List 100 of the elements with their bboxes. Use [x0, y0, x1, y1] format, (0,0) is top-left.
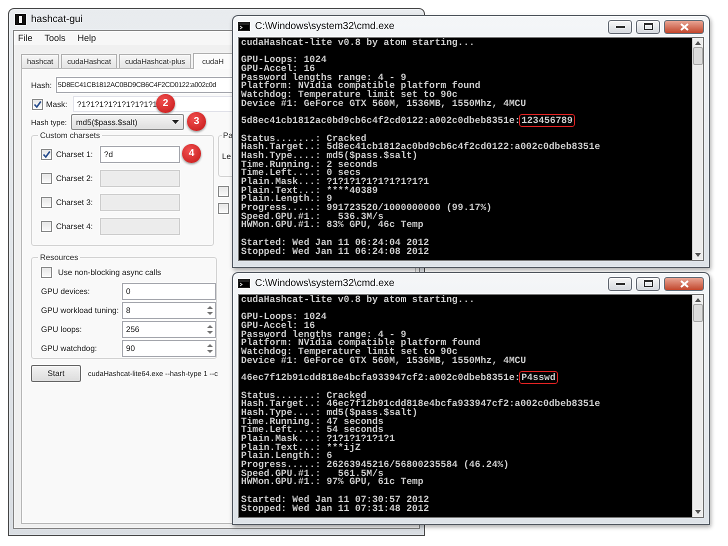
field-label: Charset 3:: [56, 198, 94, 207]
console-line: 5d8ec41cb1812ac0bd9cb6c4f2cd0122:a002c0dbeb8351e:: [241, 115, 520, 126]
console-line: Platform: NVidia compatible platform found: [241, 339, 482, 348]
minimize-icon: [616, 25, 624, 28]
console-line: cudaHashcat-lite v0.8 by atom starting...: [241, 39, 476, 48]
checkbox[interactable]: [41, 149, 52, 160]
console-line: Time.Running.: 47 seconds: [241, 418, 384, 426]
caret-icon: [172, 120, 179, 124]
checkbox-label: Use non-blocking async calls: [58, 268, 162, 277]
callout-badge: 3: [187, 112, 206, 131]
gpu-field[interactable]: 0: [122, 283, 216, 300]
field-label: GPU devices:: [41, 287, 91, 296]
field-label: Hash:: [31, 80, 52, 90]
menu-item[interactable]: File: [18, 33, 33, 43]
menu-item[interactable]: Tools: [44, 33, 66, 43]
close-icon: [680, 280, 688, 288]
checkbox[interactable]: [32, 98, 43, 110]
callout-badge: 4: [182, 144, 201, 163]
console-line: Plain.Text...: ****40389: [241, 186, 379, 196]
field-label: Charset 4:: [56, 222, 94, 231]
scroll-up-icon[interactable]: [695, 298, 701, 302]
callout-badge: 2: [156, 94, 175, 113]
maximize-button[interactable]: [636, 276, 660, 290]
minimize-icon: [616, 282, 624, 285]
password-highlight: 123456789: [519, 114, 575, 128]
console-line: Watchdog: Temperature limit set to 90c: [241, 348, 458, 357]
app-icon: [15, 14, 26, 25]
scroll-down-icon[interactable]: [695, 510, 701, 514]
group-title: Resources: [39, 253, 80, 262]
checkbox[interactable]: [218, 203, 229, 214]
field-label: GPU workload tuning:: [41, 306, 120, 315]
console-line: Plain.Mask...: ?1?1?1?1?1?1?1?1?1: [241, 178, 430, 187]
console-line: HWMon.GPU.#1.: 97% GPU, 61c Temp: [241, 478, 424, 488]
field-label: Mask:: [46, 100, 68, 108]
console-line: Device #1: GeForce GTX 560M, 1536MB, 1550Mhz, 4MCU: [241, 100, 528, 108]
scrollbar[interactable]: [692, 295, 703, 518]
checkbox[interactable]: [41, 267, 52, 278]
password-highlight: P4sswd: [519, 371, 558, 384]
console-line: 46ec7f12b91cdd818e4bcfa933947cf2:a002c0dbeb8351e:: [241, 372, 520, 384]
console-line: Hash.Type....: md5($pass.$salt): [241, 152, 419, 161]
scroll-thumb[interactable]: [693, 47, 703, 65]
console-line: Stopped: Wed Jan 11 06:24:08 2012: [241, 248, 430, 256]
console-line: Time.Running.: 2 seconds: [241, 160, 378, 170]
checkbox[interactable]: [218, 186, 229, 197]
close-button[interactable]: [664, 20, 704, 34]
console-line: Plain.Mask...: ?1?1?1?1?1?1: [241, 435, 396, 444]
console-line: Password lengths range: 4 - 9: [241, 74, 406, 82]
minimize-button[interactable]: [608, 276, 632, 290]
console-line: Hash.Target..: 5d8ec41cb1812ac0bd9cb6c4f2cd0122:a002c0dbeb8351e: [241, 143, 602, 152]
console-line: Speed.GPU.#1.: 561.5M/s: [241, 470, 384, 478]
group-title: Custom charsets: [39, 131, 102, 140]
scroll-up-icon[interactable]: [695, 41, 701, 45]
console-line: GPU-Loops: 1024: [241, 313, 328, 322]
window-title: C:\Windows\system32\cmd.exe: [255, 21, 396, 32]
console-line: Status.......: Cracked: [241, 134, 366, 144]
field-label: GPU watchdog:: [41, 344, 98, 353]
console-line: Progress.....: 991723520/1000000000 (99.17%): [241, 204, 493, 213]
console-line: Started: Wed Jan 11 06:24:04 2012: [241, 238, 430, 248]
console-line: cudaHashcat-lite v0.8 by atom starting...: [241, 296, 476, 305]
maximize-icon: [644, 280, 652, 287]
console-icon: [238, 279, 250, 288]
console-line: Watchdog: Temperature limit set to 90c: [241, 91, 458, 100]
console-line: Plain.Length.: 9: [241, 195, 332, 204]
console-line: Status.......: Cracked: [241, 392, 366, 400]
console-line: GPU-Accel: 16: [241, 65, 316, 74]
charset-field[interactable]: ?d: [100, 146, 180, 163]
console-line: GPU-Accel: 16: [241, 322, 316, 331]
console-line: Started: Wed Jan 11 07:30:57 2012: [241, 496, 430, 504]
field-label: Charset 2:: [56, 174, 94, 183]
hash-type-dropdown[interactable]: md5($pass.$salt): [71, 114, 184, 130]
console-line: Time.Left....: 0 secs: [241, 169, 361, 178]
console-line: HWMon.GPU.#1.: 83% GPU, 46c Temp: [241, 221, 424, 230]
console-line: Plain.Length.: 6: [241, 452, 332, 462]
console-line: Password lengths range: 4 - 9: [241, 330, 406, 340]
close-icon: [680, 22, 688, 30]
window-title: hashcat-gui: [31, 14, 83, 25]
console-icon: [238, 22, 250, 31]
console-line: Time.Left....: 54 seconds: [241, 426, 384, 435]
console-line: Progress.....: 26263945216/56800235584 (46.24%): [241, 461, 510, 470]
start-button[interactable]: Start: [31, 365, 81, 382]
console-line: Hash.Target..: 46ec7f12b91cdd818e4bcfa933947cf2:a002c0dbeb8351e: [241, 400, 602, 409]
console-line: Plain.Text...: ***ijZ: [241, 444, 362, 452]
field-label: Charset 1:: [56, 150, 94, 159]
close-button[interactable]: [664, 276, 704, 290]
console-line: Hash.Type....: md5($pass.$salt): [241, 408, 419, 418]
maximize-icon: [644, 23, 652, 30]
group-title: Pa: [222, 131, 234, 140]
scrollbar[interactable]: [692, 38, 703, 260]
console-line: GPU-Loops: 1024: [241, 56, 328, 66]
console-line: Device #1: GeForce GTX 560M, 1536MB, 1550Mhz, 4MCU: [241, 356, 528, 366]
scroll-thumb[interactable]: [693, 304, 703, 322]
console-line: Stopped: Wed Jan 11 07:31:48 2012: [241, 504, 430, 514]
console-line: Platform: NVidia compatible platform found: [241, 82, 482, 92]
console-line: Speed.GPU.#1.: 536.3M/s: [241, 212, 384, 222]
maximize-button[interactable]: [636, 20, 660, 34]
scroll-down-icon[interactable]: [695, 253, 701, 258]
field-label: GPU loops:: [41, 325, 83, 334]
minimize-button[interactable]: [608, 20, 632, 34]
window-title: C:\Windows\system32\cmd.exe: [255, 278, 396, 289]
menu-item[interactable]: Help: [78, 33, 96, 43]
